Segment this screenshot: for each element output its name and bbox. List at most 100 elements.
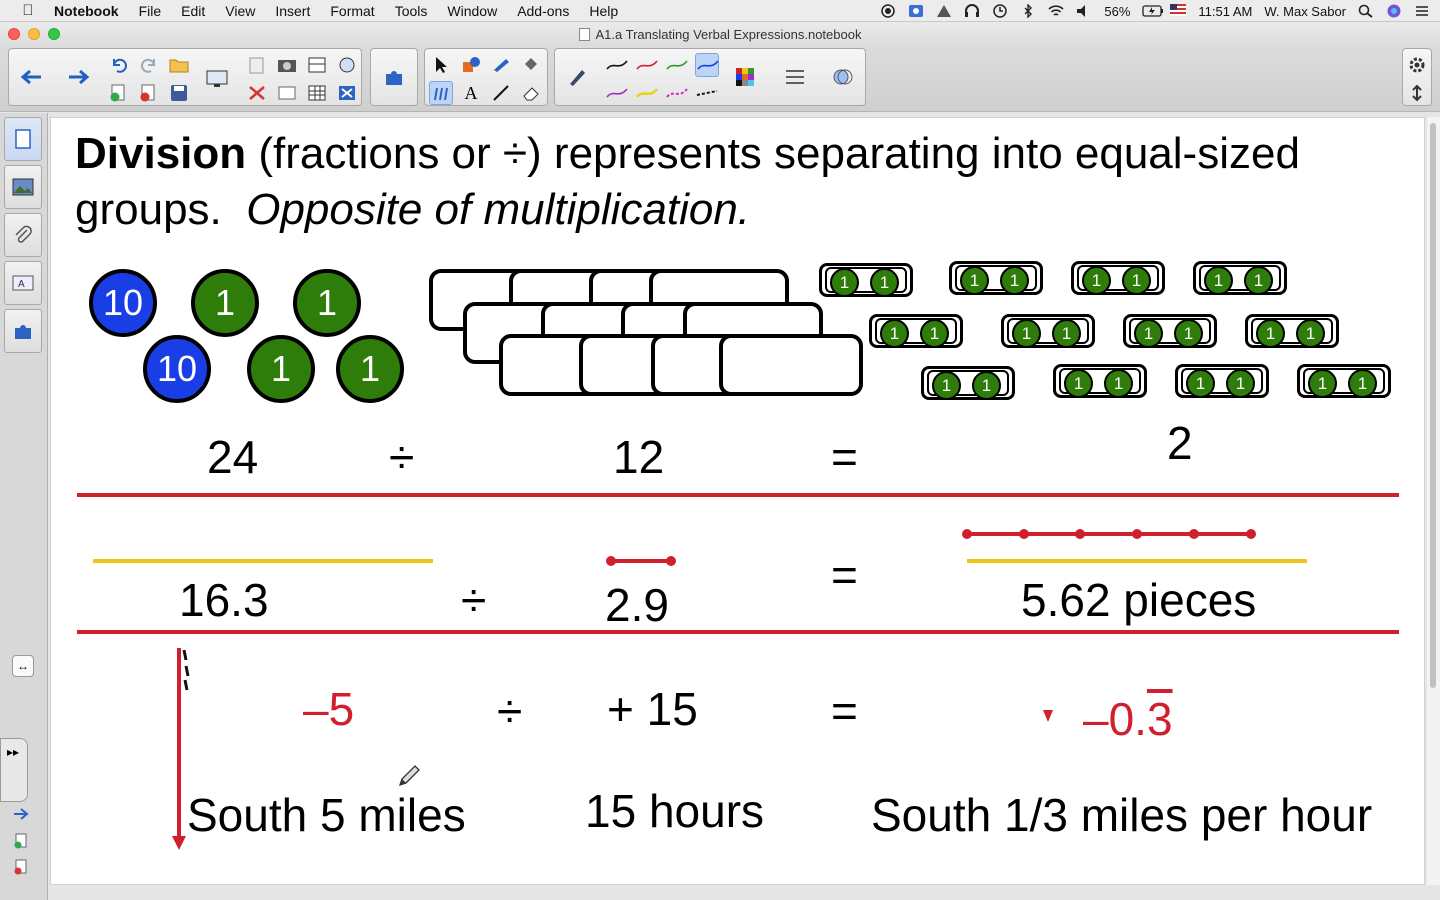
attachments-tab[interactable] — [4, 213, 42, 257]
spotlight-search-icon[interactable] — [1358, 4, 1374, 18]
menu-help[interactable]: Help — [589, 3, 618, 19]
menu-edit[interactable]: Edit — [181, 3, 205, 19]
menu-file[interactable]: File — [139, 3, 162, 19]
redo-icon[interactable] — [137, 53, 161, 77]
notification-center-icon[interactable] — [1414, 4, 1430, 18]
shapes-tool-icon[interactable] — [459, 53, 483, 77]
pen-style-green-icon[interactable] — [665, 53, 689, 77]
pair-of-ones[interactable]: 11 — [921, 366, 1015, 400]
pen-style-red-icon[interactable] — [635, 53, 659, 77]
ten-coin[interactable]: 10 — [89, 269, 157, 337]
menu-notebook[interactable]: Notebook — [54, 3, 119, 19]
drive-icon[interactable] — [936, 4, 952, 18]
pens-tool-icon[interactable] — [429, 81, 453, 105]
user-name[interactable]: W. Max Sabor — [1264, 4, 1346, 19]
yellow-bar-quotient[interactable] — [967, 559, 1307, 563]
volume-icon[interactable] — [1076, 4, 1092, 18]
select-tool-icon[interactable] — [429, 53, 453, 77]
previous-page-icon[interactable] — [19, 65, 43, 89]
web-browser-icon[interactable] — [335, 53, 359, 77]
siri-icon[interactable] — [1386, 4, 1402, 18]
apple-menu-icon[interactable]:  — [18, 2, 38, 19]
record-icon[interactable] — [880, 4, 896, 18]
one-coin[interactable]: 1 — [191, 269, 259, 337]
ten-coin[interactable]: 10 — [143, 335, 211, 403]
menu-tools[interactable]: Tools — [395, 3, 428, 19]
pair-of-ones[interactable]: 11 — [1193, 261, 1287, 295]
pen-style-dashed-icon[interactable] — [695, 81, 719, 105]
menu-view[interactable]: View — [225, 3, 255, 19]
yellow-bar-dividend[interactable] — [93, 559, 433, 563]
clock[interactable]: 11:51 AM — [1198, 4, 1252, 19]
headphones-icon[interactable] — [964, 4, 980, 18]
pair-of-ones[interactable]: 11 — [1175, 364, 1269, 398]
creative-pen-icon[interactable] — [489, 53, 513, 77]
line-tool-icon[interactable] — [489, 81, 513, 105]
pair-of-ones[interactable]: 11 — [869, 314, 963, 348]
color-palette-icon[interactable] — [733, 65, 757, 89]
gallery-tab[interactable] — [4, 165, 42, 209]
line-thickness-icon[interactable] — [783, 65, 807, 89]
pair-of-ones[interactable]: 11 — [1297, 364, 1391, 398]
gear-icon[interactable] — [1405, 53, 1429, 77]
page-sorter-tab[interactable] — [4, 117, 42, 161]
screen-shade-icon[interactable] — [305, 53, 329, 77]
pen-style-magenta-dash-icon[interactable] — [665, 81, 689, 105]
menu-format[interactable]: Format — [330, 3, 374, 19]
save-icon[interactable] — [167, 81, 191, 105]
pen-style-yellow-icon[interactable] — [635, 81, 659, 105]
bluetooth-icon[interactable] — [1020, 3, 1036, 19]
delete-page-icon[interactable] — [137, 81, 161, 105]
screenshot-icon[interactable] — [275, 53, 299, 77]
next-page-small-icon[interactable] — [12, 807, 30, 826]
expand-drawer-icon[interactable]: ▸▸ — [7, 745, 19, 759]
undo-icon[interactable] — [107, 53, 131, 77]
menu-insert[interactable]: Insert — [275, 3, 310, 19]
pair-of-ones[interactable]: 11 — [949, 261, 1043, 295]
page-navigation-drawer[interactable]: ▸▸ — [0, 738, 28, 802]
insert-table-icon[interactable] — [305, 81, 329, 105]
pair-of-ones[interactable]: 11 — [1001, 314, 1095, 348]
time-machine-icon[interactable] — [992, 4, 1008, 18]
group-box[interactable] — [719, 334, 863, 396]
full-screen-icon[interactable] — [335, 81, 359, 105]
battery-icon[interactable] — [1142, 4, 1164, 18]
clear-page-icon[interactable] — [245, 81, 269, 105]
menu-window[interactable]: Window — [447, 3, 497, 19]
minimize-window-button[interactable] — [28, 28, 40, 40]
screen-capture-icon[interactable] — [908, 4, 924, 18]
next-page-icon[interactable] — [67, 65, 91, 89]
pen-style-purple-icon[interactable] — [605, 81, 629, 105]
transparency-icon[interactable] — [831, 65, 855, 89]
add-page-small-icon[interactable] — [13, 833, 29, 854]
add-page-icon[interactable] — [107, 81, 131, 105]
paste-icon[interactable] — [245, 53, 269, 77]
addons-tab[interactable] — [4, 309, 42, 353]
quotient-segments[interactable] — [957, 523, 1271, 545]
pair-of-ones[interactable]: 11 — [1123, 314, 1217, 348]
page-scrollbar[interactable] — [1427, 117, 1440, 885]
ink-scribble[interactable] — [179, 646, 193, 694]
expand-sidebar-icon[interactable]: ↔ — [12, 655, 34, 677]
pair-of-ones[interactable]: 11 — [819, 263, 913, 297]
show-hide-icon[interactable] — [275, 81, 299, 105]
close-window-button[interactable] — [8, 28, 20, 40]
delete-page-small-icon[interactable] — [13, 859, 29, 880]
us-flag-icon[interactable] — [1170, 4, 1187, 18]
notebook-page[interactable]: Division (fractions or ÷) represents sep… — [50, 117, 1425, 885]
pen-type-icon[interactable] — [565, 65, 589, 89]
puzzle-addon-icon[interactable] — [382, 65, 406, 89]
one-coin[interactable]: 1 — [336, 335, 404, 403]
page-scrollbar-thumb[interactable] — [1430, 123, 1436, 688]
zoom-window-button[interactable] — [48, 28, 60, 40]
open-file-icon[interactable] — [167, 53, 191, 77]
eraser-tool-icon[interactable] — [519, 81, 543, 105]
menu-add-ons[interactable]: Add-ons — [517, 3, 569, 19]
pair-of-ones[interactable]: 11 — [1053, 364, 1147, 398]
fill-tool-icon[interactable] — [519, 53, 543, 77]
wifi-icon[interactable] — [1048, 4, 1064, 18]
one-coin[interactable]: 1 — [247, 335, 315, 403]
pair-of-ones[interactable]: 11 — [1071, 261, 1165, 295]
one-coin[interactable]: 1 — [293, 269, 361, 337]
properties-tab[interactable]: A — [4, 261, 42, 305]
